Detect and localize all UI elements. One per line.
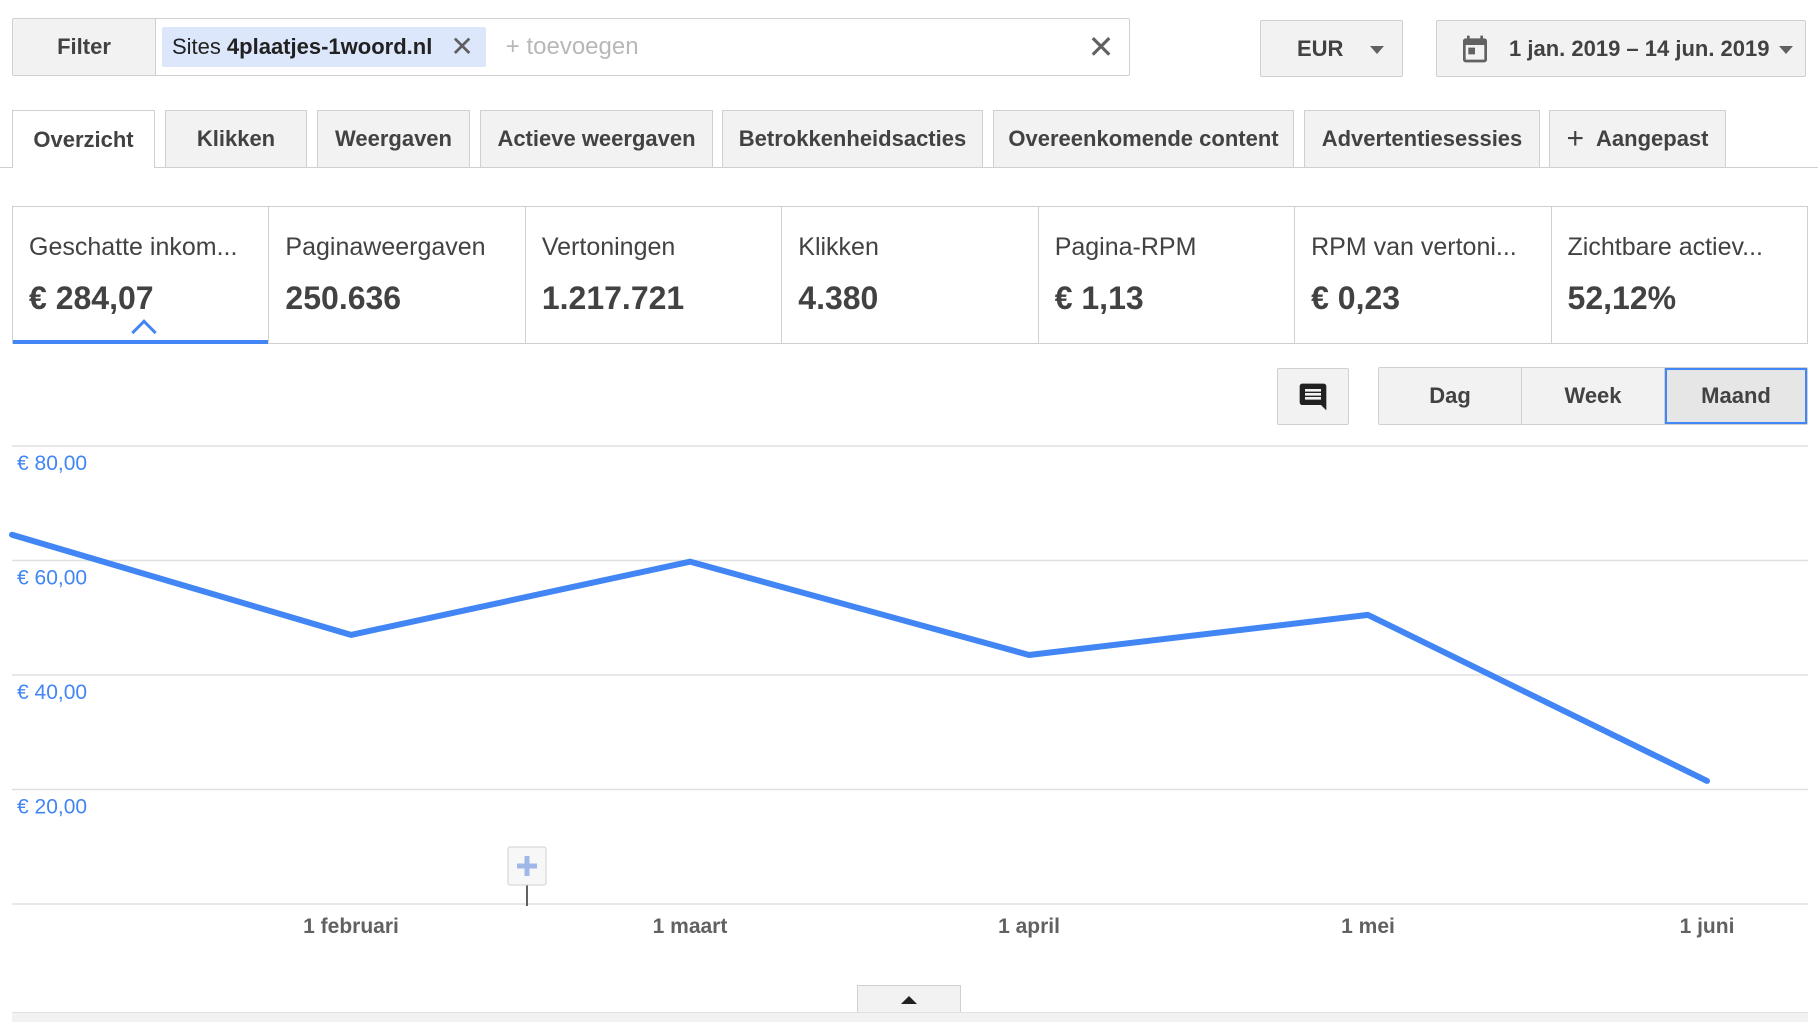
tab-overeenkomende-content[interactable]: Overeenkomende content xyxy=(993,110,1294,167)
currency-select[interactable]: EUR xyxy=(1260,20,1403,77)
metric-value: 250.636 xyxy=(285,280,402,316)
metric-value: € 284,07 xyxy=(29,280,154,316)
chevron-up-icon xyxy=(901,996,917,1004)
x-tick-label: 1 februari xyxy=(303,915,399,938)
series-line-earnings xyxy=(9,531,1710,784)
metric-card-geschatte-inkomsten[interactable]: Geschatte inkom... € 284,07 xyxy=(13,207,270,345)
metric-label: Vertoningen xyxy=(541,233,676,261)
tab-advertentiesessies[interactable]: Advertentiesessies xyxy=(1304,110,1540,167)
chevron-down-icon xyxy=(1779,46,1793,54)
bottom-panel-edge xyxy=(12,1012,1808,1022)
period-dag-button[interactable]: Dag xyxy=(1379,368,1522,424)
y-tick-label: € 60,00 xyxy=(17,567,87,590)
metric-label: Zichtbare actiev... xyxy=(1567,233,1763,261)
tab-actieve-weergaven[interactable]: Actieve weergaven xyxy=(480,110,713,167)
filter-bar: Filter Sites 4plaatjes-1woord.nl ✕ ✕ xyxy=(12,18,1130,76)
y-tick-label: € 20,00 xyxy=(17,796,87,819)
tab-aangepast-label: Aangepast xyxy=(1596,126,1709,151)
chart-gridlines xyxy=(12,445,1808,905)
plus-icon: + xyxy=(1566,122,1585,155)
annotations-button[interactable] xyxy=(1277,368,1349,425)
close-icon[interactable]: ✕ xyxy=(450,33,473,61)
y-tick-label: € 40,00 xyxy=(17,681,87,704)
metric-label: Klikken xyxy=(798,233,879,261)
metric-label: Pagina-RPM xyxy=(1054,233,1197,261)
filter-add-input[interactable] xyxy=(505,19,1073,75)
filter-chip-sites[interactable]: Sites 4plaatjes-1woord.nl ✕ xyxy=(162,27,486,67)
clear-filter-icon[interactable]: ✕ xyxy=(1073,19,1129,75)
chevron-down-icon xyxy=(1370,46,1384,54)
tab-weergaven[interactable]: Weergaven xyxy=(317,110,470,167)
metric-card-rpm-vertoningen[interactable]: RPM van vertoni... € 0,23 xyxy=(1295,207,1552,343)
add-annotation-marker[interactable] xyxy=(507,846,547,906)
metric-value: 4.380 xyxy=(798,280,879,316)
calendar-icon xyxy=(1463,35,1487,62)
metric-card-paginaweergaven[interactable]: Paginaweergaven 250.636 xyxy=(269,207,526,343)
period-maand-button[interactable]: Maand xyxy=(1665,368,1807,424)
x-tick-label: 1 april xyxy=(998,915,1060,938)
filter-chip-prefix: Sites xyxy=(172,34,221,59)
metric-card-zichtbare-actieve[interactable]: Zichtbare actiev... 52,12% xyxy=(1552,207,1807,343)
currency-label: EUR xyxy=(1297,35,1344,61)
tab-klikken[interactable]: Klikken xyxy=(165,110,307,167)
tab-betrokkenheidsacties[interactable]: Betrokkenheidsacties xyxy=(722,110,983,167)
date-range-label: 1 jan. 2019 – 14 jun. 2019 xyxy=(1509,35,1770,61)
y-tick-label: € 80,00 xyxy=(17,452,87,475)
metric-value: € 0,23 xyxy=(1311,280,1401,316)
filter-chip-value: 4plaatjes-1woord.nl xyxy=(226,34,433,59)
metric-card-pagina-rpm[interactable]: Pagina-RPM € 1,13 xyxy=(1039,207,1296,343)
period-toggle: Dag Week Maand xyxy=(1378,367,1808,425)
tab-aangepast[interactable]: + Aangepast xyxy=(1549,110,1726,167)
metric-label: Geschatte inkom... xyxy=(29,233,238,261)
filter-button[interactable]: Filter xyxy=(13,19,156,75)
x-tick-label: 1 mei xyxy=(1341,915,1395,938)
period-week-button[interactable]: Week xyxy=(1522,368,1665,424)
metric-value: 1.217.721 xyxy=(541,280,685,316)
metric-cards: Geschatte inkom... € 284,07 Paginaweerga… xyxy=(12,206,1808,345)
metric-card-klikken[interactable]: Klikken 4.380 xyxy=(782,207,1039,343)
chart-x-axis: 1 februari 1 maart 1 april 1 mei 1 juni xyxy=(303,915,1734,938)
comment-icon xyxy=(1299,383,1327,410)
earnings-line-chart: € 80,00€ 60,00€ 40,00€ 20,00 1 februari 1… xyxy=(9,445,1808,938)
x-tick-label: 1 juni xyxy=(1680,915,1735,938)
metric-label: RPM van vertoni... xyxy=(1311,233,1517,261)
metric-card-vertoningen[interactable]: Vertoningen 1.217.721 xyxy=(526,207,783,343)
metric-value: 52,12% xyxy=(1567,280,1677,316)
metric-label: Paginaweergaven xyxy=(285,233,486,261)
report-tabs: Overzicht Klikken Weergaven Actieve weer… xyxy=(0,110,1818,168)
date-range-picker[interactable]: 1 jan. 2019 – 14 jun. 2019 xyxy=(1436,20,1806,77)
tab-overzicht[interactable]: Overzicht xyxy=(12,110,155,168)
chart-y-axis: € 80,00 € 60,00 € 40,00 € 20,00 xyxy=(17,452,87,819)
x-tick-label: 1 maart xyxy=(653,915,728,938)
selected-pointer-icon xyxy=(131,319,157,345)
chart-series xyxy=(9,531,1710,784)
metric-value: € 1,13 xyxy=(1054,280,1144,316)
